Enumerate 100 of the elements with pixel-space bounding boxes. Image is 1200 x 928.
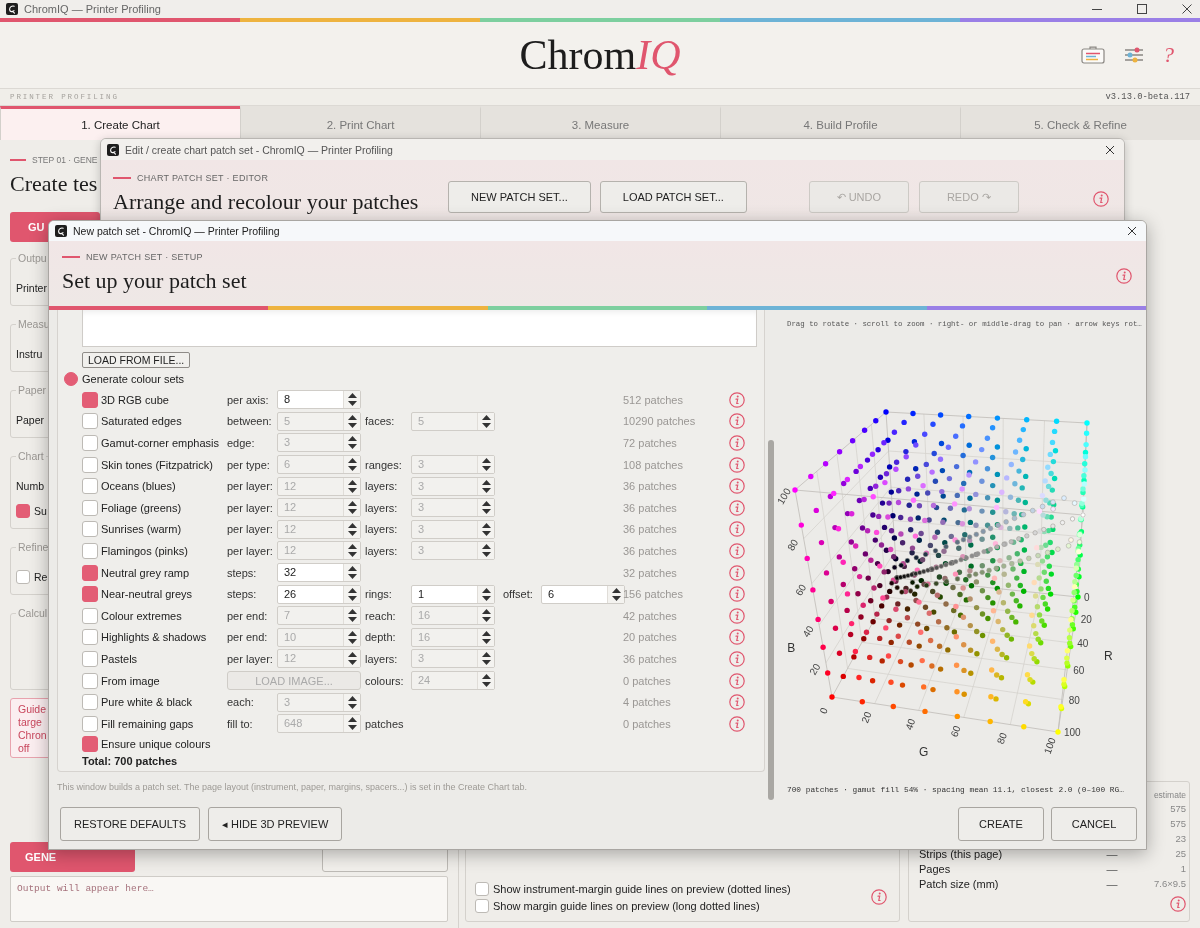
up-arrow-icon[interactable] bbox=[481, 630, 491, 636]
info-icon[interactable] bbox=[729, 650, 745, 667]
up-arrow-icon[interactable] bbox=[347, 652, 357, 658]
cube-plot[interactable]: 20 40 60 80 100 B 0 20 40 60 80 100 G 0 20 40 60 80 100 R bbox=[765, 330, 1146, 784]
down-arrow-icon[interactable] bbox=[347, 725, 357, 731]
tab[interactable]: 2. Print Chart bbox=[240, 106, 480, 140]
checkbox[interactable] bbox=[82, 607, 98, 624]
tab[interactable]: 1. Create Chart bbox=[0, 106, 240, 140]
up-arrow-icon[interactable] bbox=[611, 587, 621, 593]
checkbox[interactable] bbox=[82, 736, 98, 752]
checkbox[interactable] bbox=[16, 503, 30, 518]
info-icon[interactable] bbox=[1116, 268, 1132, 284]
info-icon[interactable] bbox=[729, 564, 745, 581]
down-arrow-icon[interactable] bbox=[481, 682, 491, 687]
close-icon[interactable] bbox=[1182, 4, 1192, 14]
dialog-button[interactable]: CANCEL bbox=[1051, 807, 1137, 841]
up-arrow-icon[interactable] bbox=[347, 479, 357, 485]
load-image-button[interactable]: LOAD IMAGE... bbox=[227, 671, 361, 690]
info-icon[interactable] bbox=[1170, 896, 1186, 912]
down-arrow-icon[interactable] bbox=[481, 595, 491, 601]
info-icon[interactable] bbox=[729, 478, 745, 495]
number-spinner[interactable]: 3 bbox=[411, 541, 495, 561]
info-icon[interactable] bbox=[729, 521, 745, 538]
toolbar-button[interactable]: NEW PATCH SET... bbox=[448, 181, 591, 213]
down-arrow-icon[interactable] bbox=[347, 552, 357, 558]
down-arrow-icon[interactable] bbox=[347, 444, 357, 450]
checkbox[interactable] bbox=[82, 521, 98, 538]
up-arrow-icon[interactable] bbox=[347, 630, 357, 636]
checkbox[interactable] bbox=[82, 456, 98, 473]
checkbox[interactable] bbox=[82, 672, 98, 689]
up-arrow-icon[interactable] bbox=[481, 587, 491, 593]
number-spinner[interactable]: 8 bbox=[277, 390, 361, 410]
up-arrow-icon[interactable] bbox=[481, 501, 491, 507]
checkbox[interactable] bbox=[82, 564, 98, 581]
up-arrow-icon[interactable] bbox=[481, 458, 491, 464]
up-arrow-icon[interactable] bbox=[347, 393, 357, 399]
up-arrow-icon[interactable] bbox=[481, 652, 491, 658]
number-spinner[interactable]: 16 bbox=[411, 606, 495, 626]
number-spinner[interactable]: 12 bbox=[277, 649, 361, 669]
number-spinner[interactable]: 7 bbox=[277, 606, 361, 626]
up-arrow-icon[interactable] bbox=[347, 436, 357, 442]
number-spinner[interactable]: 5 bbox=[411, 411, 495, 431]
tab[interactable]: 4. Build Profile bbox=[720, 106, 960, 140]
info-icon[interactable] bbox=[1093, 191, 1109, 207]
number-spinner[interactable]: 12 bbox=[277, 476, 361, 496]
down-arrow-icon[interactable] bbox=[481, 530, 491, 536]
down-arrow-icon[interactable] bbox=[347, 703, 357, 709]
info-icon[interactable] bbox=[729, 715, 745, 732]
close-icon[interactable] bbox=[1127, 226, 1137, 236]
checkbox[interactable] bbox=[475, 881, 489, 896]
number-spinner[interactable]: 12 bbox=[277, 519, 361, 539]
dialog-button[interactable]: RESTORE DEFAULTS bbox=[60, 807, 201, 841]
down-arrow-icon[interactable] bbox=[347, 487, 357, 493]
down-arrow-icon[interactable] bbox=[347, 595, 357, 601]
checkbox[interactable] bbox=[82, 542, 98, 559]
up-arrow-icon[interactable] bbox=[347, 566, 357, 572]
load-file-button[interactable]: LOAD FROM FILE... bbox=[82, 352, 191, 368]
checkbox[interactable] bbox=[82, 715, 98, 732]
number-spinner[interactable]: 1 bbox=[411, 584, 495, 604]
text-area-field[interactable] bbox=[82, 310, 757, 347]
checkbox[interactable] bbox=[82, 478, 98, 495]
up-arrow-icon[interactable] bbox=[347, 544, 357, 550]
number-spinner[interactable]: 648 bbox=[277, 714, 361, 734]
number-spinner[interactable]: 26 bbox=[277, 584, 361, 604]
up-arrow-icon[interactable] bbox=[481, 609, 491, 615]
up-arrow-icon[interactable] bbox=[347, 695, 357, 701]
up-arrow-icon[interactable] bbox=[347, 609, 357, 615]
info-icon[interactable] bbox=[871, 889, 887, 905]
info-icon[interactable] bbox=[729, 629, 745, 646]
number-spinner[interactable]: 3 bbox=[411, 649, 495, 669]
down-arrow-icon[interactable] bbox=[481, 617, 491, 623]
down-arrow-icon[interactable] bbox=[481, 422, 491, 428]
tab[interactable]: 5. Check & Refine bbox=[960, 106, 1200, 140]
number-spinner[interactable]: 3 bbox=[277, 433, 361, 453]
number-spinner[interactable]: 3 bbox=[411, 476, 495, 496]
checkbox[interactable] bbox=[82, 499, 98, 516]
checkbox[interactable] bbox=[82, 391, 98, 408]
checkbox[interactable] bbox=[82, 650, 98, 667]
down-arrow-icon[interactable] bbox=[347, 509, 357, 515]
up-arrow-icon[interactable] bbox=[481, 414, 491, 420]
up-arrow-icon[interactable] bbox=[481, 522, 491, 528]
checkbox[interactable] bbox=[16, 569, 30, 584]
up-arrow-icon[interactable] bbox=[347, 717, 357, 723]
checkbox[interactable] bbox=[82, 435, 98, 451]
checkbox[interactable] bbox=[82, 629, 98, 646]
info-icon[interactable] bbox=[729, 586, 745, 603]
checkbox[interactable] bbox=[82, 694, 98, 711]
info-icon[interactable] bbox=[729, 499, 745, 516]
number-spinner[interactable]: 6 bbox=[541, 584, 625, 604]
output-field[interactable]: Output will appear here… bbox=[10, 876, 448, 922]
down-arrow-icon[interactable] bbox=[481, 552, 491, 558]
up-arrow-icon[interactable] bbox=[481, 479, 491, 485]
number-spinner[interactable]: 16 bbox=[411, 627, 495, 647]
maximize-icon[interactable] bbox=[1137, 4, 1147, 14]
radio-button[interactable] bbox=[64, 372, 78, 386]
up-arrow-icon[interactable] bbox=[347, 414, 357, 420]
down-arrow-icon[interactable] bbox=[481, 466, 491, 472]
info-icon[interactable] bbox=[729, 607, 745, 624]
up-arrow-icon[interactable] bbox=[481, 674, 491, 679]
down-arrow-icon[interactable] bbox=[347, 530, 357, 536]
